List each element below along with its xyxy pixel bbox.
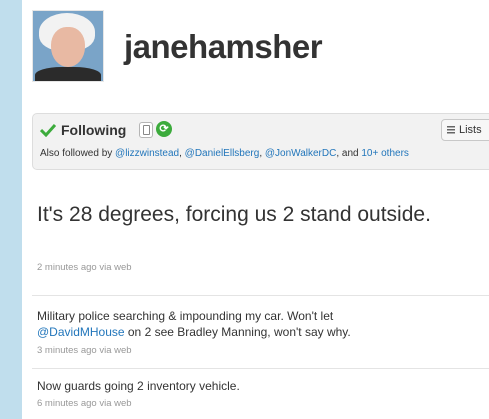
tweet-source: via web <box>99 345 132 356</box>
avatar[interactable] <box>32 10 104 82</box>
lists-label: Lists <box>459 124 482 136</box>
follower-link[interactable]: @DanielEllsberg <box>185 148 260 159</box>
tweet-text: Now guards going 2 inventory vehicle. <box>37 379 240 393</box>
follower-link[interactable]: @JonWalkerDC <box>265 148 336 159</box>
also-followed-prefix: Also followed by <box>40 148 113 159</box>
check-icon <box>40 123 56 137</box>
tweet-meta: 6 minutes ago via web <box>37 398 132 409</box>
tweet-source: via web <box>99 398 132 409</box>
device-updates-icon[interactable] <box>139 122 153 138</box>
tweet-meta: 3 minutes ago via web <box>37 345 132 356</box>
tweet-timestamp[interactable]: 3 minutes ago <box>37 345 97 356</box>
page-background <box>0 0 22 419</box>
and-text: and <box>341 148 359 159</box>
tweet-text: Military police searching & impounding m… <box>37 308 487 340</box>
tweet-line: Military police searching & impounding m… <box>37 309 334 323</box>
tweet-timestamp[interactable]: 2 minutes ago <box>37 262 97 273</box>
follower-link[interactable]: @lizzwinstead <box>115 148 179 159</box>
avatar-face <box>51 27 85 67</box>
avatar-shoulders <box>35 67 101 81</box>
mention-link[interactable]: @DavidMHouse <box>37 325 125 339</box>
retweet-toggle-icon[interactable]: ⟳ <box>156 121 172 137</box>
tweet-line: on 2 see Bradley Manning, won't say why. <box>124 325 351 339</box>
tweet-meta: 2 minutes ago via web <box>37 262 132 273</box>
tweet-timestamp[interactable]: 6 minutes ago <box>37 398 97 409</box>
follow-box: Following ⟳ Lists Also followed by @lizz… <box>32 113 489 170</box>
following-status[interactable]: Following <box>61 122 126 138</box>
divider <box>32 368 489 369</box>
tweet-text: It's 28 degrees, forcing us 2 stand outs… <box>37 203 431 226</box>
tweet-source: via web <box>99 262 132 273</box>
also-followed-by: Also followed by @lizzwinstead, @DanielE… <box>40 148 409 159</box>
screen-name[interactable]: janehamsher <box>124 28 323 66</box>
lists-button[interactable]: Lists <box>441 119 489 141</box>
divider <box>32 295 489 296</box>
lists-icon <box>447 126 455 134</box>
content-panel: janehamsher Following ⟳ Lists Also follo… <box>22 0 489 419</box>
others-link[interactable]: 10+ others <box>361 148 409 159</box>
